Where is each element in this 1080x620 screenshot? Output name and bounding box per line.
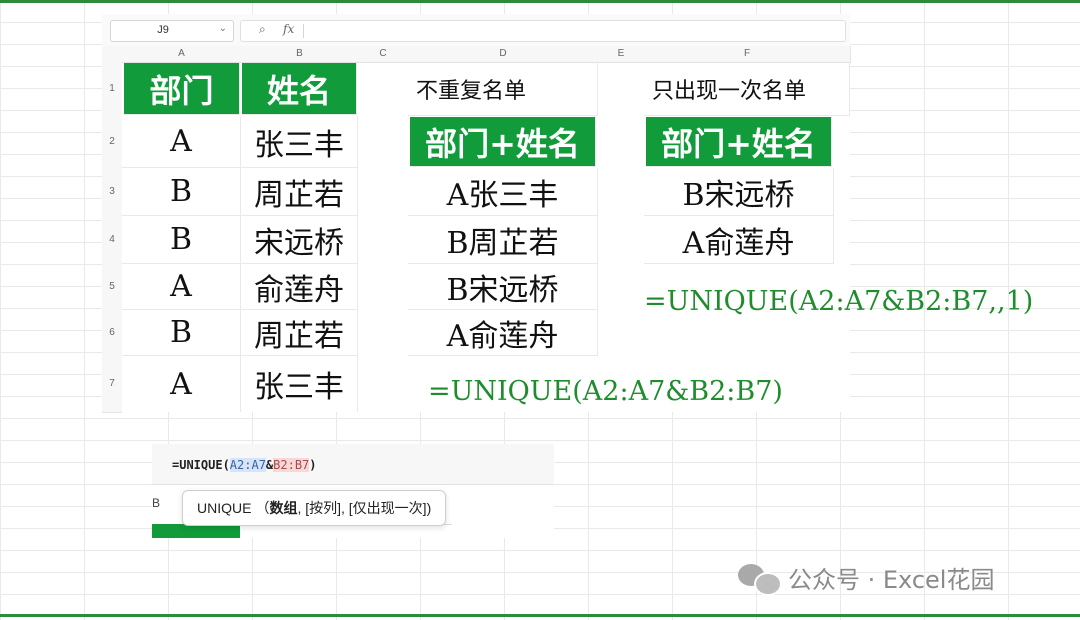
table-cell-dept[interactable]: B [122, 168, 241, 216]
column-header-d[interactable]: D [408, 46, 599, 63]
corner-cell[interactable] [102, 46, 123, 63]
fx-icon[interactable]: fx [283, 22, 294, 36]
once-list-item[interactable]: B宋远桥 [644, 168, 834, 216]
column-header-b[interactable]: B [241, 46, 359, 63]
function-signature-tooltip: UNIQUE （ 数组 , [按列], [仅出现一次]) [182, 490, 447, 526]
header-cell-combo-d[interactable]: 部门+姓名 [410, 117, 596, 167]
table-cell-name[interactable]: 周芷若 [241, 310, 358, 356]
formula-toolbar: J9 ⌄ ⌕ fx [102, 14, 850, 47]
column-header-c[interactable]: C [358, 46, 409, 63]
row-header-3[interactable]: 3 [102, 168, 122, 217]
frame-top-border [0, 0, 1080, 3]
unique-list-item[interactable]: B宋远桥 [408, 264, 598, 310]
unique-list-item[interactable]: A俞莲舟 [408, 310, 598, 356]
table-cell-name[interactable]: 张三丰 [241, 116, 358, 168]
table-cell-dept[interactable]: B [122, 310, 241, 356]
tooltip-current-argument: 数组 [269, 500, 298, 516]
formula-range-a: A2:A7 [229, 458, 266, 472]
formula-unique-annotation: =UNIQUE(A2:A7&B2:B7) [428, 376, 783, 407]
unique-list-label[interactable]: 不重复名单 [408, 62, 598, 116]
table-cell-dept[interactable]: A [122, 356, 241, 412]
formula-bar-divider [303, 24, 304, 38]
chevron-down-icon[interactable]: ⌄ [219, 23, 227, 34]
row-header-2[interactable]: 2 [102, 116, 122, 169]
watermark-text: 公众号 · Excel花园 [788, 566, 995, 594]
column-header-e[interactable]: E [598, 46, 645, 63]
tooltip-open-paren: （ [255, 500, 270, 516]
watermark: 公众号 · Excel花园 [738, 560, 995, 596]
formula-range-b: B2:B7 [273, 458, 310, 472]
inset-formula-text[interactable]: =UNIQUE(A2:A7&B2:B7) [172, 458, 317, 472]
spreadsheet: J9 ⌄ ⌕ fx A B C D E F 1 2 3 4 5 6 7 部门 姓… [102, 14, 851, 413]
row-header-1[interactable]: 1 [102, 62, 122, 117]
formula-bar[interactable]: ⌕ fx [240, 20, 846, 42]
formula-suffix: ) [309, 458, 317, 472]
table-cell-dept[interactable]: A [122, 264, 241, 310]
table-cell-name[interactable]: 俞莲舟 [241, 264, 358, 310]
row-header-4[interactable]: 4 [102, 216, 122, 265]
unique-list-item[interactable]: B周芷若 [408, 216, 598, 264]
table-cell-name[interactable]: 周芷若 [241, 168, 358, 216]
table-cell-name[interactable]: 张三丰 [241, 356, 358, 412]
table-cell-dept[interactable]: B [122, 216, 241, 264]
unique-list-item[interactable]: A张三丰 [408, 168, 598, 216]
header-cell-combo-f[interactable]: 部门+姓名 [646, 117, 832, 167]
inset-green-cell [152, 524, 240, 538]
name-box[interactable]: J9 ⌄ [110, 20, 234, 42]
table-cell-name[interactable]: 宋远桥 [241, 216, 358, 264]
tooltip-remaining-arguments: , [按列], [仅出现一次]) [297, 500, 432, 516]
column-header-a[interactable]: A [122, 46, 242, 63]
header-cell-dept[interactable]: 部门 [124, 63, 240, 115]
once-list-item[interactable]: A俞莲舟 [644, 216, 834, 264]
wechat-bubble-small [754, 571, 782, 596]
formula-once-annotation: =UNIQUE(A2:A7&B2:B7,,1) [644, 286, 1034, 317]
row-header-7[interactable]: 7 [102, 356, 122, 413]
frame-bottom-border [0, 614, 1080, 617]
zoom-icon[interactable]: ⌕ [259, 22, 266, 37]
tooltip-function-name: UNIQUE [197, 500, 252, 516]
row-header-6[interactable]: 6 [102, 310, 122, 357]
cell-reference: J9 [157, 24, 169, 36]
inset-cell [252, 524, 452, 538]
column-header-f[interactable]: F [644, 46, 851, 63]
header-cell-name[interactable]: 姓名 [242, 63, 357, 115]
once-list-label[interactable]: 只出现一次名单 [644, 62, 850, 116]
row-header-5[interactable]: 5 [102, 264, 122, 311]
table-cell-dept[interactable]: A [122, 116, 241, 168]
wechat-icon [738, 562, 782, 596]
inset-formula-bar[interactable]: =UNIQUE(A2:A7&B2:B7) [152, 444, 554, 485]
formula-tooltip-inset: =UNIQUE(A2:A7&B2:B7) B UNIQUE （ 数组 , [按列… [152, 444, 554, 538]
inset-column-header: B [152, 496, 161, 510]
formula-prefix: =UNIQUE( [172, 458, 230, 472]
